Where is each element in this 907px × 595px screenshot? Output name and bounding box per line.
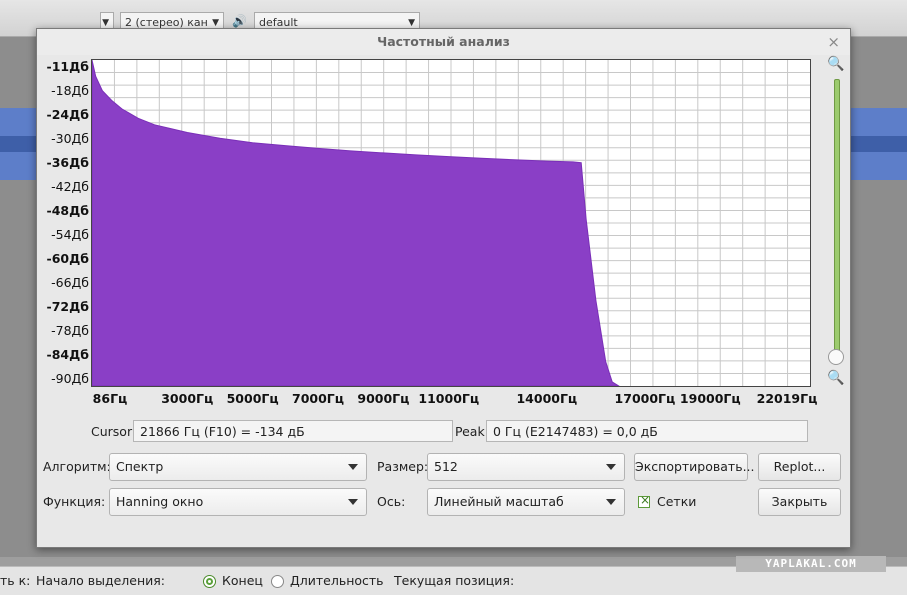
y-tick-label: -24Дб [46,107,89,122]
cursor-readout: 21866 Гц (F10) = -134 дБ [133,420,453,442]
export-button[interactable]: Экспортировать... [634,453,755,481]
chevron-down-icon [606,499,616,505]
peak-readout: 0 Гц (E2147483) = 0,0 дБ [486,420,808,442]
function-select-value: Hanning окно [116,494,204,509]
y-tick-label: -78Дб [51,323,89,338]
x-tick-label: 19000Гц [679,391,741,406]
y-tick-label: -66Дб [51,275,89,290]
chevron-down-icon [606,464,616,470]
axis-select-value: Линейный масштаб [434,494,564,509]
spectrum-plot[interactable] [91,59,811,387]
zoom-slider-handle[interactable] [828,349,844,365]
x-tick-label: 3000Гц [161,391,214,406]
x-tick-label: 22019Гц [756,391,818,406]
frequency-analysis-dialog: Частотный анализ × -11Дб -18Дб -24Дб -30Дб -… [36,28,851,548]
status-prefix: ть к: [0,573,31,588]
watermark: YAPLAKAL.COM [736,556,886,572]
function-select[interactable]: Hanning окно [109,488,367,516]
y-tick-label: -18Дб [51,83,89,98]
close-icon[interactable]: × [827,32,840,52]
radio-length[interactable] [271,575,284,588]
chevron-down-icon [348,499,358,505]
spectrum-area-0 [91,59,621,387]
radio-end[interactable] [203,575,216,588]
y-tick-label: -54Дб [51,227,89,242]
spectrum-svg [91,59,810,387]
y-tick-label: -42Дб [51,179,89,194]
y-tick-label: -30Дб [51,131,89,146]
cursor-label: Cursor: [91,424,137,439]
y-tick-label: -72Дб [46,299,89,314]
size-select-value: 512 [434,459,458,474]
function-label: Функция: [43,494,106,509]
y-tick-label: -11Дб [46,59,89,74]
radio-end-label: Конец [222,573,263,588]
zoom-out-icon[interactable]: 🔍 [827,369,845,387]
close-button[interactable]: Закрыть [758,488,841,516]
zoom-in-icon[interactable]: 🔍 [827,55,845,73]
y-tick-label: -36Дб [46,155,89,170]
algorithm-select[interactable]: Спектр [109,453,367,481]
y-tick-label: -48Дб [46,203,89,218]
x-tick-label: 14000Гц [516,391,578,406]
current-position-label: Текущая позиция: [394,573,515,588]
dialog-titlebar: Частотный анализ [37,29,850,55]
size-select[interactable]: 512 [427,453,625,481]
waveform-right [849,108,907,180]
x-tick-label: 7000Гц [292,391,345,406]
x-tick-label: 17000Гц [614,391,676,406]
dialog-title: Частотный анализ [377,34,510,49]
peak-label: Peak: [455,424,489,439]
algorithm-label: Алгоритм: [43,459,111,474]
speaker-icon: 🔊 [232,14,247,28]
grid-checkbox-label: Сетки [657,494,697,509]
y-tick-label: -60Дб [46,251,89,266]
grid-checkbox[interactable] [638,493,650,508]
y-tick-label: -84Дб [46,347,89,362]
size-label: Размер: [377,459,429,474]
y-tick-label: -90Дб [51,371,89,386]
x-tick-label: 86Гц [92,391,128,406]
x-tick-label: 11000Гц [418,391,480,406]
replot-button[interactable]: Replot... [758,453,841,481]
selection-start-label: Начало выделения: [36,573,165,588]
waveform-left [0,108,36,180]
algorithm-select-value: Спектр [116,459,164,474]
chevron-down-icon [348,464,358,470]
x-tick-label: 5000Гц [226,391,279,406]
axis-label: Ось: [377,494,406,509]
x-tick-label: 9000Гц [357,391,410,406]
radio-length-label: Длительность [290,573,384,588]
axis-select[interactable]: Линейный масштаб [427,488,625,516]
zoom-slider-track[interactable] [834,79,840,359]
